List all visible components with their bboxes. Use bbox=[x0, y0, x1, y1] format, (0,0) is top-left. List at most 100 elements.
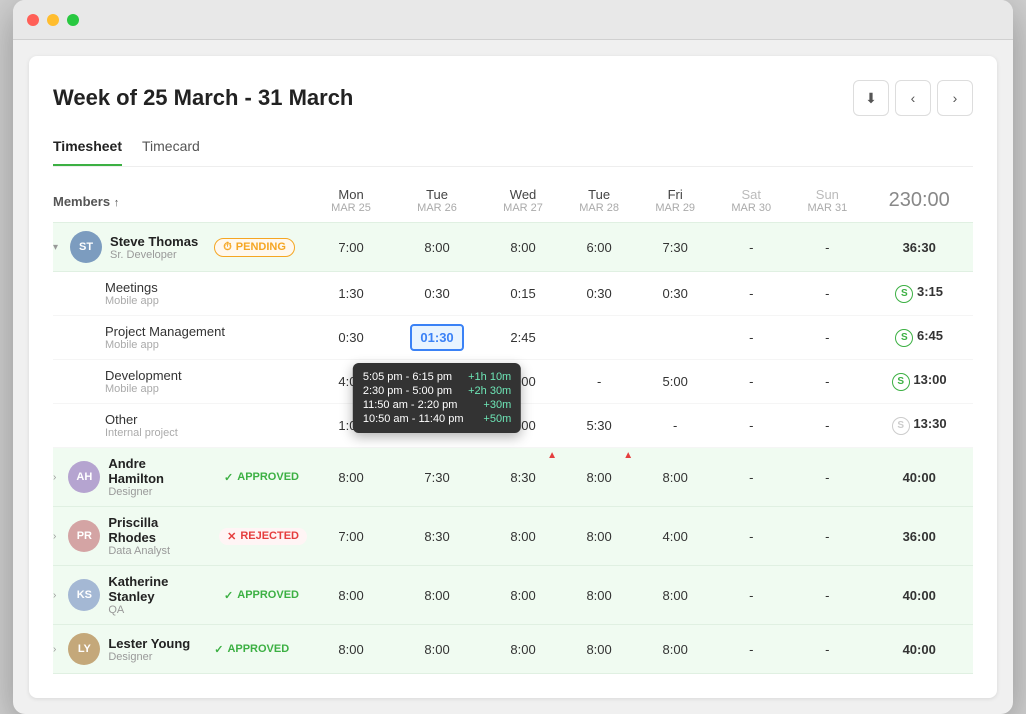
dev-project: Mobile app bbox=[105, 383, 307, 395]
lester-approved-icon: ✓ bbox=[214, 643, 223, 656]
other-fri[interactable]: - bbox=[637, 404, 713, 448]
lester-sun[interactable]: - bbox=[789, 625, 865, 674]
andre-tue26[interactable]: 7:30 bbox=[389, 448, 485, 507]
pm-total: S 6:45 bbox=[865, 316, 973, 360]
main-content: Week of 25 March - 31 March ⬇ ‹ › Timesh… bbox=[29, 56, 997, 698]
lester-name: Lester Young bbox=[108, 636, 190, 651]
steve-sun[interactable]: - bbox=[789, 223, 865, 272]
app-window: Week of 25 March - 31 March ⬇ ‹ › Timesh… bbox=[13, 0, 1013, 714]
priscilla-tue26[interactable]: 8:30 bbox=[389, 507, 485, 566]
meetings-sun[interactable]: - bbox=[789, 272, 865, 316]
lester-mon[interactable]: 8:00 bbox=[313, 625, 389, 674]
priscilla-status: ✕ REJECTED bbox=[219, 528, 307, 545]
member-row-lester: › LY Lester Young Designer ✓ APPROVED 8:… bbox=[53, 625, 973, 674]
tabs: Timesheet Timecard bbox=[53, 132, 973, 167]
col-fri: Fri MAR 29 bbox=[637, 183, 713, 223]
andre-mon[interactable]: 8:00 bbox=[313, 448, 389, 507]
katherine-sun[interactable]: - bbox=[789, 566, 865, 625]
tab-timesheet[interactable]: Timesheet bbox=[53, 132, 122, 166]
pm-wed[interactable]: 2:45 bbox=[485, 316, 561, 360]
andre-sat[interactable]: - bbox=[713, 448, 789, 507]
katherine-chevron[interactable]: › bbox=[53, 590, 56, 601]
meetings-wed[interactable]: 0:15 bbox=[485, 272, 561, 316]
member-row-steve: ▾ ST Steve Thomas Sr. Developer ⏱ PENDIN… bbox=[53, 223, 973, 272]
maximize-dot[interactable] bbox=[67, 14, 79, 26]
members-header[interactable]: Members ↑ bbox=[53, 183, 313, 223]
page-title: Week of 25 March - 31 March bbox=[53, 85, 353, 111]
tab-timecard[interactable]: Timecard bbox=[142, 132, 200, 166]
lester-sat[interactable]: - bbox=[713, 625, 789, 674]
pm-highlighted-value[interactable]: 01:30 bbox=[410, 324, 463, 351]
lester-tue28[interactable]: 8:00 bbox=[561, 625, 637, 674]
steve-role: Sr. Developer bbox=[110, 249, 198, 261]
katherine-wed[interactable]: 8:00 bbox=[485, 566, 561, 625]
other-sun[interactable]: - bbox=[789, 404, 865, 448]
other-total: S 13:30 bbox=[865, 404, 973, 448]
pm-sun[interactable]: - bbox=[789, 316, 865, 360]
priscilla-mon[interactable]: 7:00 bbox=[313, 507, 389, 566]
pm-tue26[interactable]: 01:30 5:05 pm - 6:15 pm +1h 10m 2:30 pm … bbox=[389, 316, 485, 360]
dev-tue28[interactable]: - bbox=[561, 360, 637, 404]
page-header: Week of 25 March - 31 March ⬇ ‹ › bbox=[53, 80, 973, 116]
dev-fri[interactable]: 5:00 bbox=[637, 360, 713, 404]
priscilla-chevron[interactable]: › bbox=[53, 531, 56, 542]
minimize-dot[interactable] bbox=[47, 14, 59, 26]
next-button[interactable]: › bbox=[937, 80, 973, 116]
katherine-sat[interactable]: - bbox=[713, 566, 789, 625]
katherine-tue28[interactable]: 8:00 bbox=[561, 566, 637, 625]
steve-tue26[interactable]: 8:00 bbox=[389, 223, 485, 272]
lester-chevron[interactable]: › bbox=[53, 644, 56, 655]
lester-wed[interactable]: 8:00 bbox=[485, 625, 561, 674]
priscilla-avatar: PR bbox=[68, 520, 100, 552]
andre-chevron[interactable]: › bbox=[53, 472, 56, 483]
lester-role: Designer bbox=[108, 651, 190, 663]
task-row-pm: Project Management Mobile app 0:30 01:30… bbox=[53, 316, 973, 360]
katherine-name: Katherine Stanley bbox=[108, 574, 200, 604]
steve-mon[interactable]: 7:00 bbox=[313, 223, 389, 272]
lester-status: ✓ APPROVED bbox=[206, 641, 297, 658]
pm-fri[interactable] bbox=[637, 316, 713, 360]
pm-sat[interactable]: - bbox=[713, 316, 789, 360]
priscilla-fri[interactable]: 4:00 bbox=[637, 507, 713, 566]
dev-sat[interactable]: - bbox=[713, 360, 789, 404]
meetings-tue26[interactable]: 0:30 bbox=[389, 272, 485, 316]
andre-fri[interactable]: 8:00 bbox=[637, 448, 713, 507]
andre-tue28[interactable]: 8:00 ▲ bbox=[561, 448, 637, 507]
katherine-tue26[interactable]: 8:00 bbox=[389, 566, 485, 625]
lester-tue26[interactable]: 8:00 bbox=[389, 625, 485, 674]
lester-fri[interactable]: 8:00 bbox=[637, 625, 713, 674]
lester-avatar: LY bbox=[68, 633, 100, 665]
approved-icon: ✓ bbox=[224, 471, 233, 484]
pm-mon[interactable]: 0:30 bbox=[313, 316, 389, 360]
meetings-sat[interactable]: - bbox=[713, 272, 789, 316]
priscilla-sun[interactable]: - bbox=[789, 507, 865, 566]
meetings-tue28[interactable]: 0:30 bbox=[561, 272, 637, 316]
close-dot[interactable] bbox=[27, 14, 39, 26]
priscilla-wed[interactable]: 8:00 bbox=[485, 507, 561, 566]
meetings-name: Meetings bbox=[105, 280, 307, 295]
download-button[interactable]: ⬇ bbox=[853, 80, 889, 116]
meetings-fri[interactable]: 0:30 bbox=[637, 272, 713, 316]
steve-tue28[interactable]: 6:00 bbox=[561, 223, 637, 272]
katherine-mon[interactable]: 8:00 bbox=[313, 566, 389, 625]
other-tue28[interactable]: 5:30 bbox=[561, 404, 637, 448]
andre-sun[interactable]: - bbox=[789, 448, 865, 507]
steve-wed[interactable]: 8:00 bbox=[485, 223, 561, 272]
prev-button[interactable]: ‹ bbox=[895, 80, 931, 116]
priscilla-sat[interactable]: - bbox=[713, 507, 789, 566]
members-sort[interactable]: Members ↑ bbox=[53, 194, 119, 209]
pm-tooltip: 5:05 pm - 6:15 pm +1h 10m 2:30 pm - 5:00… bbox=[353, 363, 521, 433]
priscilla-tue28[interactable]: 8:00 bbox=[561, 507, 637, 566]
andre-name: Andre Hamilton bbox=[108, 456, 200, 486]
meetings-mon[interactable]: 1:30 bbox=[313, 272, 389, 316]
pm-tue28[interactable] bbox=[561, 316, 637, 360]
steve-fri[interactable]: 7:30 bbox=[637, 223, 713, 272]
steve-chevron[interactable]: ▾ bbox=[53, 242, 58, 253]
dev-name: Development bbox=[105, 368, 307, 383]
priscilla-total: 36:00 bbox=[865, 507, 973, 566]
dev-sun[interactable]: - bbox=[789, 360, 865, 404]
andre-wed[interactable]: 8:30 ▲ bbox=[485, 448, 561, 507]
katherine-fri[interactable]: 8:00 bbox=[637, 566, 713, 625]
other-sat[interactable]: - bbox=[713, 404, 789, 448]
steve-sat[interactable]: - bbox=[713, 223, 789, 272]
